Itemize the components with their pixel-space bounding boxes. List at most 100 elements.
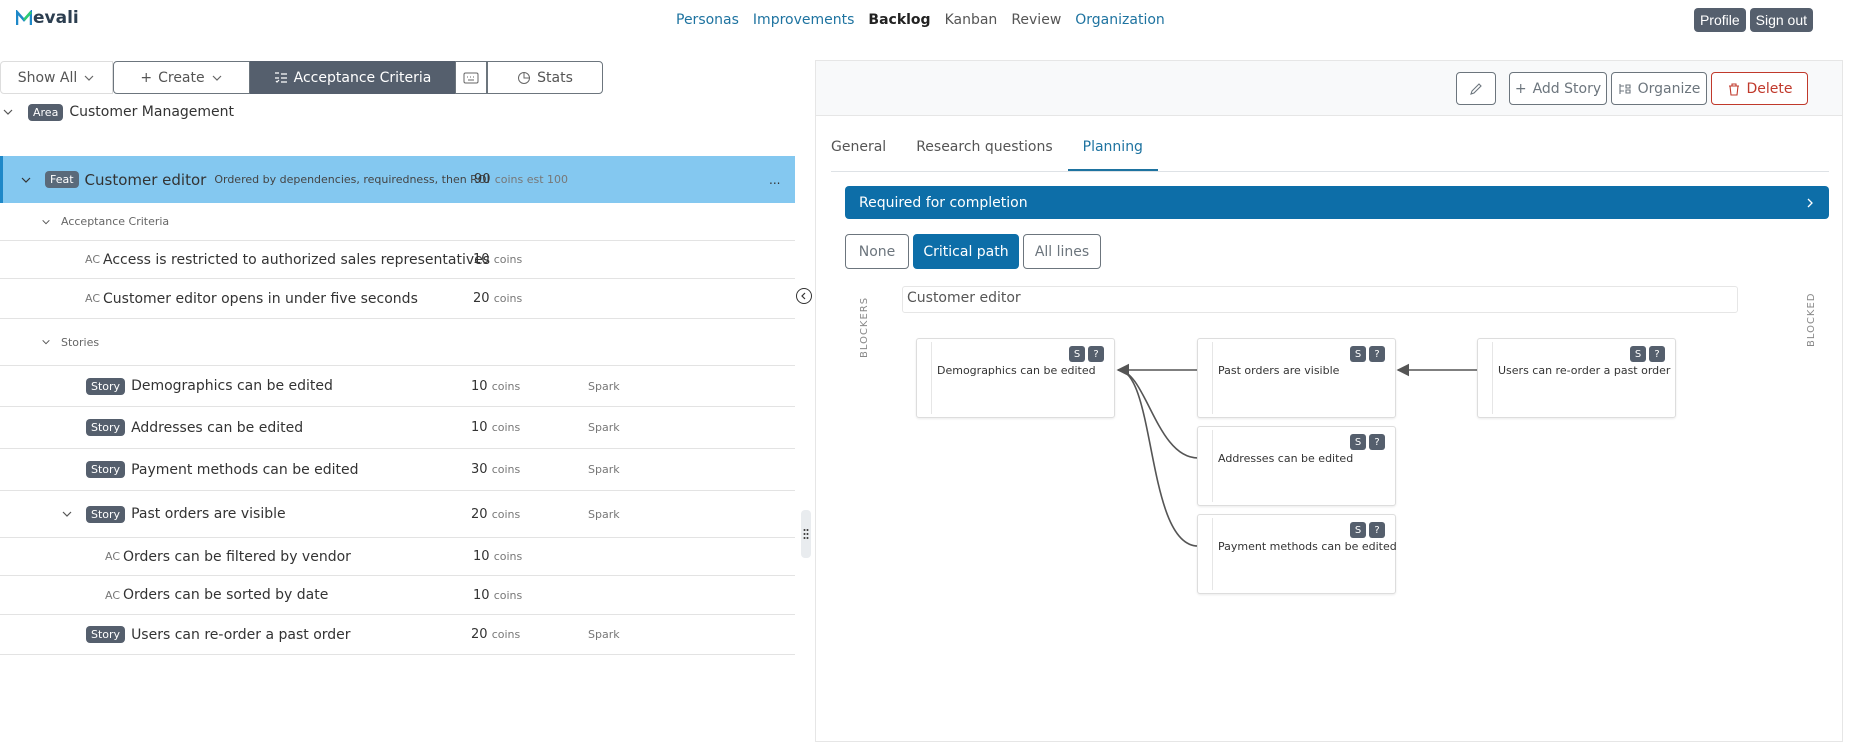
- chevron-down-icon: [84, 75, 94, 81]
- ac-coins: 10 coins: [473, 587, 523, 603]
- node-s-badge[interactable]: S: [1350, 346, 1366, 362]
- ac-title: Orders can be filtered by vendor: [123, 548, 351, 565]
- feature-menu-button[interactable]: ...: [769, 173, 780, 187]
- show-all-label: Show All: [17, 69, 78, 86]
- collapse-panel-button[interactable]: [796, 288, 812, 304]
- node-help-badge[interactable]: ?: [1088, 346, 1104, 362]
- ac-title: Access is restricted to authorized sales…: [103, 251, 491, 268]
- nav-kanban[interactable]: Kanban: [945, 12, 998, 28]
- edit-button[interactable]: [1456, 72, 1496, 105]
- nav-organization[interactable]: Organization: [1075, 12, 1165, 28]
- acceptance-criteria-toggle[interactable]: Acceptance Criteria: [250, 61, 455, 94]
- profile-button[interactable]: Profile: [1693, 8, 1746, 32]
- node-label: Demographics can be edited: [937, 364, 1096, 377]
- story-title: Addresses can be edited: [131, 419, 304, 436]
- organize-button[interactable]: Organize: [1611, 72, 1707, 105]
- story-coins: 20 coins: [471, 627, 521, 642]
- node-payment[interactable]: S ? Payment methods can be edited: [1197, 514, 1397, 594]
- node-s-badge[interactable]: S: [1350, 434, 1366, 450]
- required-for-completion-label: Required for completion: [859, 194, 1028, 211]
- node-drag-handle[interactable]: [1481, 342, 1493, 414]
- node-drag-handle[interactable]: [1201, 430, 1213, 502]
- chevron-down-icon[interactable]: [2, 106, 14, 118]
- add-story-button[interactable]: + Add Story: [1509, 72, 1607, 105]
- table-row[interactable]: Story Addresses can be edited 10 coins S…: [0, 407, 795, 449]
- chevron-down-icon[interactable]: [41, 337, 51, 347]
- list-item[interactable]: AC Orders can be sorted by date 10 coins: [0, 576, 795, 615]
- table-row[interactable]: Story Payment methods can be edited 30 c…: [0, 449, 795, 491]
- nav-personas[interactable]: Personas: [676, 12, 739, 28]
- node-s-badge[interactable]: S: [1350, 522, 1366, 538]
- stories-heading: Stories: [61, 335, 100, 349]
- node-s-badge[interactable]: S: [1630, 346, 1646, 362]
- feature-row-selected[interactable]: Feat Customer editor Ordered by dependen…: [0, 156, 795, 203]
- detail-header: + Add Story Organize Delete: [816, 61, 1842, 116]
- node-label: Payment methods can be edited: [1218, 540, 1397, 553]
- node-help-badge[interactable]: ?: [1649, 346, 1665, 362]
- story-tag: Spark: [588, 628, 620, 641]
- table-row[interactable]: Story Past orders are visible 20 coins S…: [0, 491, 795, 538]
- chevron-down-icon[interactable]: [41, 217, 51, 227]
- pie-chart-icon: [518, 71, 531, 84]
- chevron-down-icon[interactable]: [20, 174, 32, 186]
- required-for-completion-bar[interactable]: Required for completion: [845, 186, 1829, 219]
- sign-out-button[interactable]: Sign out: [1749, 8, 1813, 32]
- area-row[interactable]: Area Customer Management: [0, 100, 795, 124]
- table-row[interactable]: Story Users can re-order a past order 20…: [0, 615, 795, 655]
- story-title: Payment methods can be edited: [131, 461, 359, 478]
- tab-planning[interactable]: Planning: [1067, 129, 1158, 171]
- lines-all-button[interactable]: All lines: [1023, 234, 1101, 269]
- keyboard-icon: [463, 72, 479, 83]
- blocked-label: BLOCKED: [1806, 292, 1817, 347]
- node-drag-handle[interactable]: [1201, 518, 1213, 590]
- list-item[interactable]: AC Access is restricted to authorized sa…: [0, 241, 795, 279]
- trash-icon: [1728, 82, 1739, 96]
- delete-button[interactable]: Delete: [1711, 72, 1808, 105]
- organize-icon: [1619, 83, 1631, 94]
- tab-research-questions[interactable]: Research questions: [901, 129, 1067, 171]
- nav-improvements[interactable]: Improvements: [753, 12, 854, 28]
- node-drag-handle[interactable]: [920, 342, 932, 414]
- story-tag: Spark: [588, 507, 620, 521]
- node-help-badge[interactable]: ?: [1369, 346, 1385, 362]
- node-addresses[interactable]: S ? Addresses can be edited: [1197, 426, 1396, 506]
- acceptance-criteria-section[interactable]: Acceptance Criteria: [0, 203, 795, 241]
- nav-review[interactable]: Review: [1011, 12, 1061, 28]
- chevron-down-icon[interactable]: [61, 508, 73, 520]
- keyboard-button[interactable]: [455, 61, 487, 94]
- add-story-label: Add Story: [1532, 80, 1602, 97]
- stats-button[interactable]: Stats: [487, 61, 603, 94]
- node-reorder[interactable]: S ? Users can re-order a past order: [1477, 338, 1676, 418]
- list-item[interactable]: AC Customer editor opens in under five s…: [0, 279, 795, 319]
- delete-label: Delete: [1746, 80, 1793, 97]
- lines-critical-path-button[interactable]: Critical path: [913, 234, 1019, 269]
- stories-section[interactable]: Stories: [0, 319, 795, 366]
- show-all-dropdown[interactable]: Show All: [0, 61, 113, 94]
- table-row[interactable]: Story Demographics can be edited 10 coin…: [0, 366, 795, 407]
- edge-payment-to-demographics: [1117, 369, 1199, 547]
- node-help-badge[interactable]: ?: [1369, 522, 1385, 538]
- resize-handle[interactable]: [801, 510, 811, 558]
- node-label: Past orders are visible: [1218, 364, 1340, 377]
- node-help-badge[interactable]: ?: [1369, 434, 1385, 450]
- node-drag-handle[interactable]: [1201, 342, 1213, 414]
- feature-ordering-note: Ordered by dependencies, requiredness, t…: [214, 173, 490, 186]
- stats-label: Stats: [537, 69, 573, 86]
- create-dropdown[interactable]: + Create: [113, 61, 250, 94]
- main-nav: Personas Improvements Backlog Kanban Rev…: [676, 12, 1165, 28]
- graph-title: Customer editor: [902, 286, 1738, 313]
- tab-general[interactable]: General: [831, 129, 901, 171]
- story-coins: 10 coins: [471, 420, 521, 435]
- story-tag: Spark: [588, 421, 620, 434]
- organize-label: Organize: [1637, 80, 1701, 97]
- grip-icon: [803, 529, 809, 539]
- list-item[interactable]: AC Orders can be filtered by vendor 10 c…: [0, 538, 795, 576]
- node-s-badge[interactable]: S: [1069, 346, 1085, 362]
- story-badge: Story: [86, 461, 126, 478]
- node-past-orders[interactable]: S ? Past orders are visible: [1197, 338, 1396, 418]
- nav-backlog[interactable]: Backlog: [868, 12, 930, 28]
- lines-none-button[interactable]: None: [845, 234, 909, 269]
- chevron-down-icon: [212, 75, 222, 81]
- node-demographics[interactable]: S ? Demographics can be edited: [916, 338, 1115, 418]
- brand-logo[interactable]: evali: [16, 8, 79, 28]
